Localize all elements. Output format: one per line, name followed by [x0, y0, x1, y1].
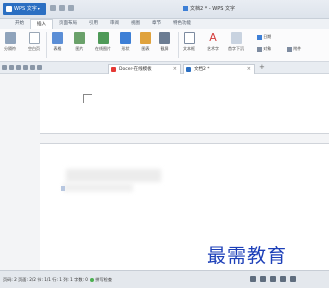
- calendar-icon: [257, 34, 262, 40]
- menu-tabs: 开始 插入 页面布局 引用 审阅 视图 章节 特色功能: [0, 19, 329, 29]
- document-tabs-bar: Docer-在线模板 × 文档2 * × +: [0, 62, 329, 74]
- tab-insert[interactable]: 插入: [30, 19, 53, 29]
- app-menu-button[interactable]: WPS 文字▾: [3, 3, 46, 15]
- new-tab-button[interactable]: +: [259, 63, 265, 71]
- view-mode-buttons: [250, 276, 296, 282]
- date-button[interactable]: 日期: [257, 32, 271, 40]
- print-preview-icon[interactable]: [23, 65, 28, 70]
- tab-toolbar: [2, 65, 42, 70]
- status-bar: 页码: 2 页面: 2/2 节: 1/1 行: 1 列: 1 字数: 0 拼写检…: [0, 270, 329, 288]
- print-icon[interactable]: [16, 65, 21, 70]
- tab-page-layout[interactable]: 页面布局: [53, 19, 83, 29]
- table-icon: [52, 32, 63, 44]
- blurred-text: [63, 183, 133, 192]
- tab-features[interactable]: 特色功能: [167, 19, 197, 29]
- document-icon: [183, 6, 188, 11]
- full-screen-icon[interactable]: [250, 276, 256, 282]
- tab-docer-templates[interactable]: Docer-在线模板 ×: [108, 64, 181, 74]
- docer-icon: [111, 67, 116, 72]
- online-picture-button[interactable]: 在线图片: [95, 32, 111, 52]
- attachment-button[interactable]: 附件: [287, 44, 301, 52]
- chart-icon: [140, 32, 151, 44]
- object-icon: [257, 46, 262, 52]
- ribbon-divider: [178, 32, 179, 58]
- print-icon[interactable]: [59, 5, 65, 11]
- shapes-icon: [120, 32, 131, 44]
- blank-page-button[interactable]: 空白页: [28, 32, 40, 52]
- tab-home[interactable]: 开始: [9, 19, 30, 29]
- redo-icon[interactable]: [37, 65, 42, 70]
- shapes-button[interactable]: 形状: [120, 32, 131, 52]
- text-cursor: [61, 186, 65, 191]
- drop-cap-button[interactable]: 首字下沉: [228, 32, 244, 52]
- picture-icon: [74, 32, 85, 44]
- tab-section[interactable]: 章节: [146, 19, 167, 29]
- save-icon[interactable]: [50, 5, 56, 11]
- table-button[interactable]: 表格: [52, 32, 63, 52]
- picture-button[interactable]: 图片: [74, 32, 85, 52]
- page-1[interactable]: [40, 74, 329, 134]
- title-bar: WPS 文字▾ 文档2 * - WPS 文字: [0, 0, 329, 19]
- page-view-icon[interactable]: [260, 276, 266, 282]
- page-break-icon: [4, 32, 16, 44]
- screenshot-button[interactable]: 截屏: [159, 32, 170, 52]
- close-icon[interactable]: ×: [173, 65, 177, 74]
- page-break-button[interactable]: 分隔符: [4, 32, 16, 52]
- tab-references[interactable]: 引用: [83, 19, 104, 29]
- spellcheck-icon: [90, 278, 95, 282]
- margin-marker: [83, 94, 92, 103]
- document-icon: [186, 67, 191, 72]
- watermark: 最需教育: [207, 245, 288, 267]
- object-button[interactable]: 对象: [257, 44, 271, 52]
- app-name: WPS 文字: [14, 6, 37, 12]
- tab-document-2[interactable]: 文档2 * ×: [183, 64, 255, 74]
- wordart-button[interactable]: A 艺术字: [207, 32, 219, 52]
- textbox-icon: [183, 32, 195, 44]
- ribbon-divider: [46, 32, 47, 58]
- drop-cap-icon: [230, 32, 242, 44]
- tab-view[interactable]: 视图: [125, 19, 146, 29]
- zoom-icon[interactable]: [290, 276, 296, 282]
- chart-button[interactable]: 图表: [140, 32, 151, 52]
- quick-access-toolbar: [50, 5, 74, 11]
- textbox-button[interactable]: 文本框: [183, 32, 195, 52]
- outline-view-icon[interactable]: [270, 276, 276, 282]
- spellcheck-label[interactable]: 拼写检查: [95, 277, 112, 282]
- web-view-icon[interactable]: [280, 276, 286, 282]
- wordart-icon: A: [209, 31, 217, 44]
- chevron-down-icon: ▾: [37, 6, 40, 11]
- ribbon-toolbar: 分隔符 空白页 表格 图片 在线图片 形状 图表 截屏 文本框 A 艺术字 首字…: [0, 29, 329, 62]
- paperclip-icon: [287, 46, 292, 52]
- tab-review[interactable]: 审阅: [104, 19, 125, 29]
- blank-page-icon: [28, 32, 40, 44]
- undo-icon[interactable]: [30, 65, 35, 70]
- status-text: 页码: 2 页面: 2/2 节: 1/1 行: 1 列: 1 字数: 0 拼写检…: [3, 277, 113, 282]
- window-title: 文档2 * - WPS 文字: [183, 5, 235, 12]
- open-folder-icon[interactable]: [2, 65, 7, 70]
- online-picture-icon: [97, 32, 109, 44]
- blurred-text: [66, 169, 161, 182]
- wps-logo-icon: [6, 5, 12, 12]
- screenshot-icon: [159, 32, 170, 44]
- save-icon[interactable]: [9, 65, 14, 70]
- close-icon[interactable]: ×: [247, 65, 251, 74]
- undo-icon[interactable]: [68, 5, 74, 11]
